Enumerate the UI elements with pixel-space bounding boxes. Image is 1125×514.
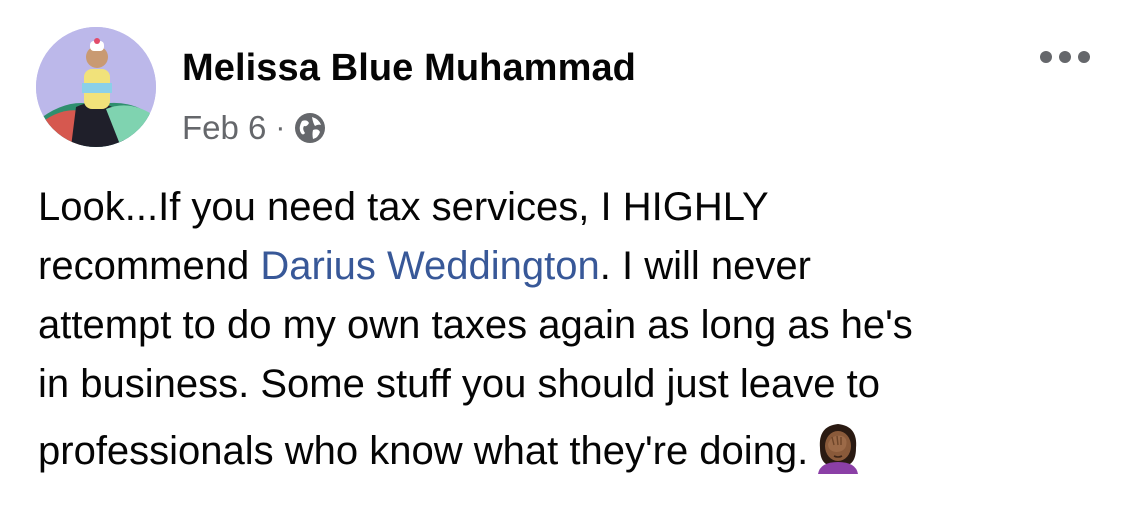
post-date[interactable]: Feb 6 bbox=[182, 109, 266, 147]
face-palm-woman-emoji bbox=[818, 424, 859, 474]
more-options-icon-dot bbox=[1078, 51, 1090, 63]
avatar-image bbox=[36, 27, 156, 147]
more-options-icon-dot bbox=[1059, 51, 1071, 63]
post-text-segment: professionals who know what they're doin… bbox=[38, 429, 809, 473]
more-options-icon bbox=[1040, 51, 1052, 63]
post-text-line: recommend Darius Weddington. I will neve… bbox=[38, 237, 1098, 296]
globe-icon bbox=[295, 113, 326, 143]
post-text-line: professionals who know what they're doin… bbox=[38, 418, 1098, 481]
post-text-segment: recommend bbox=[38, 244, 261, 288]
post-meta: Feb 6 · bbox=[182, 108, 327, 148]
post-text: Look...If you need tax services, I HIGHL… bbox=[38, 178, 1098, 481]
mention-link[interactable]: Darius Weddington bbox=[260, 244, 599, 288]
post-text-segment: . I will never bbox=[599, 244, 811, 288]
author-name[interactable]: Melissa Blue Muhammad bbox=[182, 45, 636, 91]
avatar[interactable] bbox=[36, 27, 156, 147]
facebook-post: Melissa Blue Muhammad Feb 6 · Look...If … bbox=[0, 0, 1125, 514]
meta-separator: · bbox=[275, 111, 286, 144]
post-text-line: attempt to do my own taxes again as long… bbox=[38, 303, 913, 347]
more-options-button[interactable] bbox=[1040, 45, 1090, 69]
post-text-line: Look...If you need tax services, I HIGHL… bbox=[38, 185, 769, 229]
post-text-line: in business. Some stuff you should just … bbox=[38, 362, 880, 406]
